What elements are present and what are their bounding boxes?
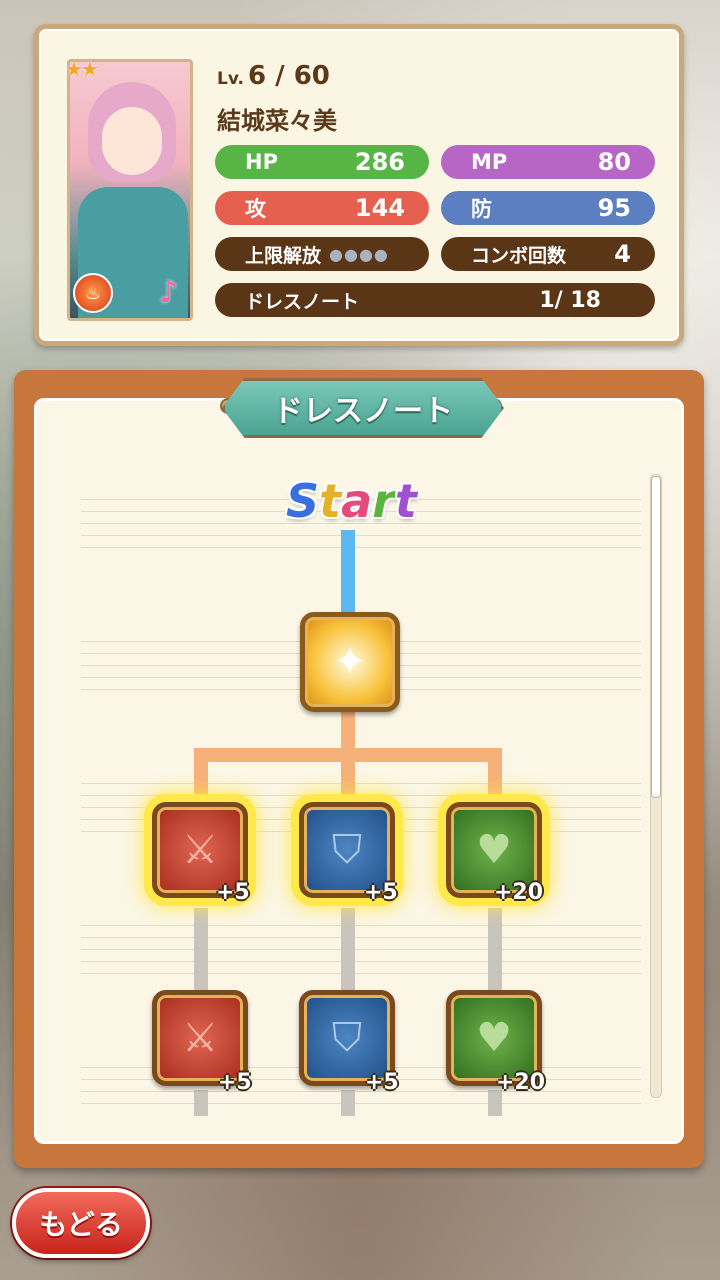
defense-bonus: +5 [364, 880, 398, 905]
dress-note-label: ドレスノート [245, 290, 360, 313]
attack-stat: 攻 144 [215, 191, 429, 225]
shield-icon: ⛉ [332, 827, 362, 873]
level-value: 6 / 60 [248, 61, 330, 91]
fire-icon: ♨ [73, 273, 113, 313]
defense-value: 95 [597, 194, 631, 222]
attack-label: 攻 [245, 197, 266, 221]
tree-connector [488, 748, 502, 800]
music-note-icon: ♪ [159, 275, 179, 310]
start-letter: S [286, 474, 320, 528]
limit-break-stat: 上限解放 ●●●● [215, 237, 429, 271]
tree-connector [341, 712, 355, 752]
start-letter: a [341, 474, 373, 528]
locked-connector [488, 908, 502, 990]
start-letter: t [319, 474, 342, 528]
locked-connector [194, 1090, 208, 1116]
spotlight-icon: ✦ [333, 639, 367, 685]
shield-icon: ⛉ [332, 1015, 362, 1061]
dress-note-progress: ドレスノート 1/ 18 [215, 283, 655, 317]
defense-stat: 防 95 [441, 191, 655, 225]
attack-bonus: +5 [218, 1070, 252, 1095]
scrollbar-thumb[interactable] [651, 476, 661, 798]
combo-value: 4 [614, 240, 631, 268]
sword-icon: ⚔ [182, 1015, 218, 1061]
limit-break-gems-icon: ●●●● [329, 244, 389, 264]
locked-connector [341, 908, 355, 990]
locked-connector [341, 1090, 355, 1116]
back-button[interactable]: もどる [12, 1188, 150, 1258]
dress-note-title: ドレスノート [222, 378, 504, 438]
limit-break-label: 上限解放 [245, 244, 322, 267]
combo-label: コンボ回数 [471, 244, 567, 267]
character-level: Lv. 6 / 60 [217, 61, 330, 91]
tree-connector [194, 748, 208, 800]
level-prefix: Lv. [217, 69, 244, 89]
dress-note-value: 1/ 18 [539, 287, 601, 313]
mp-label: MP [471, 150, 508, 174]
character-status-card: ★★ ♨ ♪ Lv. 6 / 60 結城菜々美 HP 286 MP 80 攻 144 防… [34, 24, 684, 346]
hp-stat: HP 286 [215, 145, 429, 179]
portrait-face [102, 107, 162, 175]
defense-label: 防 [471, 197, 492, 221]
start-node[interactable]: ✦ [300, 612, 400, 712]
defense-bonus: +5 [365, 1070, 399, 1095]
mp-stat: MP 80 [441, 145, 655, 179]
start-letter: t [394, 474, 417, 528]
hp-bonus: +20 [496, 1070, 546, 1095]
start-logo: Start [286, 474, 417, 528]
combo-stat: コンボ回数 4 [441, 237, 655, 271]
hp-label: HP [245, 150, 278, 174]
heart-icon: ♥ [476, 1015, 512, 1061]
hp-value: 286 [354, 148, 405, 176]
mp-value: 80 [597, 148, 631, 176]
sword-icon: ⚔ [182, 827, 218, 873]
attack-value: 144 [354, 194, 405, 222]
rarity-stars-icon: ★★ [65, 57, 99, 81]
tree-connector [341, 748, 355, 800]
start-connector [341, 530, 355, 612]
attack-bonus: +5 [216, 880, 250, 905]
heart-icon: ♥ [476, 827, 512, 873]
locked-connector [194, 908, 208, 990]
character-name: 結城菜々美 [217, 107, 337, 135]
start-letter: r [372, 474, 395, 528]
hp-bonus: +20 [494, 880, 544, 905]
